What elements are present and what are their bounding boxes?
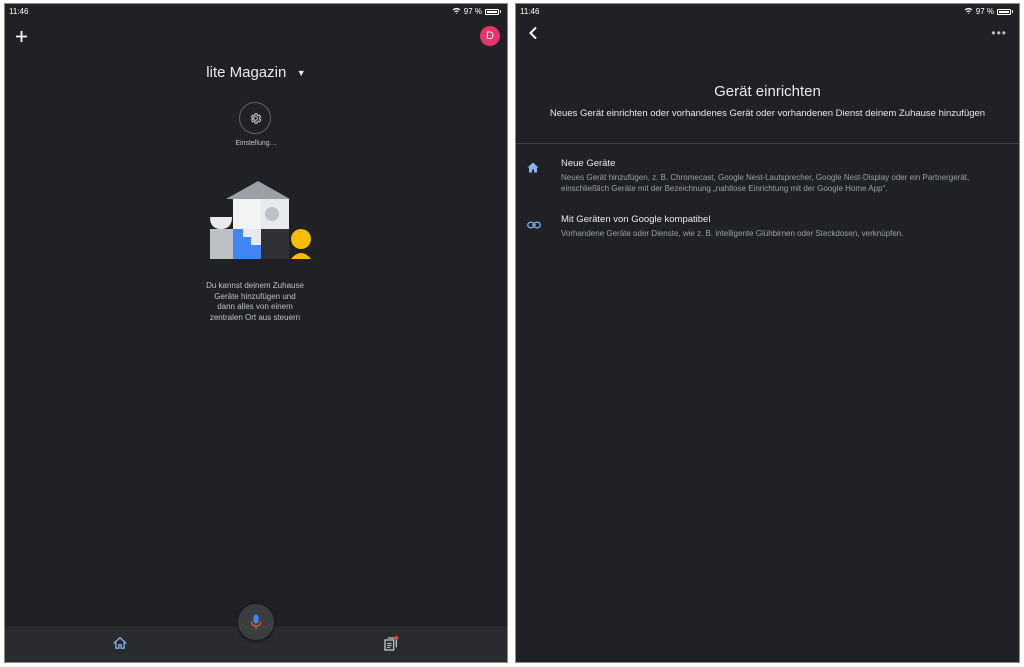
home-name: lite Magazin (206, 64, 287, 81)
settings-button[interactable] (239, 102, 271, 134)
plus-icon (16, 31, 27, 42)
battery-percent: 97 % (463, 7, 482, 16)
page-title: Gerät einrichten (714, 83, 821, 100)
battery-percent: 97 % (975, 7, 994, 16)
home-icon (527, 160, 539, 178)
empty-state-message: Du kannst deinem Zuhause Geräte hinzufüg… (206, 281, 304, 322)
battery-icon (485, 8, 499, 15)
option-title: Mit Geräten von Google kompatibel (561, 214, 711, 225)
option-description: Vorhandene Geräte oder Dienste, wie z. B… (561, 229, 904, 238)
wifi-icon (964, 7, 973, 16)
battery-icon (997, 8, 1011, 15)
home-icon (113, 637, 127, 649)
status-bar: 11:46 97 % (516, 4, 1019, 18)
link-icon (527, 216, 541, 234)
battery-tip (500, 10, 501, 13)
status-bar: 11:46 97 % (5, 4, 507, 18)
setup-device-screen: 11:46 97 % ••• Gerät einrichten Neues Ge… (515, 3, 1020, 663)
more-options-button[interactable]: ••• (991, 26, 1007, 40)
battery-tip (1012, 10, 1013, 13)
nav-feed-tab[interactable] (383, 636, 399, 657)
add-button[interactable] (16, 26, 27, 47)
nav-home-tab[interactable] (113, 636, 127, 655)
option-description: Neues Gerät hinzufügen, z. B. Chromecast… (561, 173, 970, 193)
option-title: Neue Geräte (561, 158, 616, 169)
mic-icon (250, 614, 262, 630)
avatar[interactable]: D (480, 26, 500, 46)
back-button[interactable] (528, 26, 538, 45)
divider (516, 143, 1019, 144)
gear-icon (250, 112, 261, 124)
wifi-icon (452, 7, 461, 16)
home-screen: 11:46 97 % D lite Magazin ▼ Einstellung… (4, 3, 508, 663)
feed-icon (384, 636, 399, 651)
voice-search-button[interactable] (238, 604, 274, 640)
settings-label: Einstellung… (235, 140, 277, 147)
status-time: 11:46 (520, 7, 540, 16)
home-illustration (202, 177, 314, 268)
status-time: 11:46 (9, 7, 29, 16)
more-horizontal-icon: ••• (991, 26, 1007, 40)
page-subtitle: Neues Gerät einrichten oder vorhandenes … (549, 108, 986, 119)
home-selector[interactable]: lite Magazin ▼ (5, 64, 507, 82)
chevron-left-icon (529, 26, 537, 40)
caret-down-icon: ▼ (296, 67, 306, 78)
